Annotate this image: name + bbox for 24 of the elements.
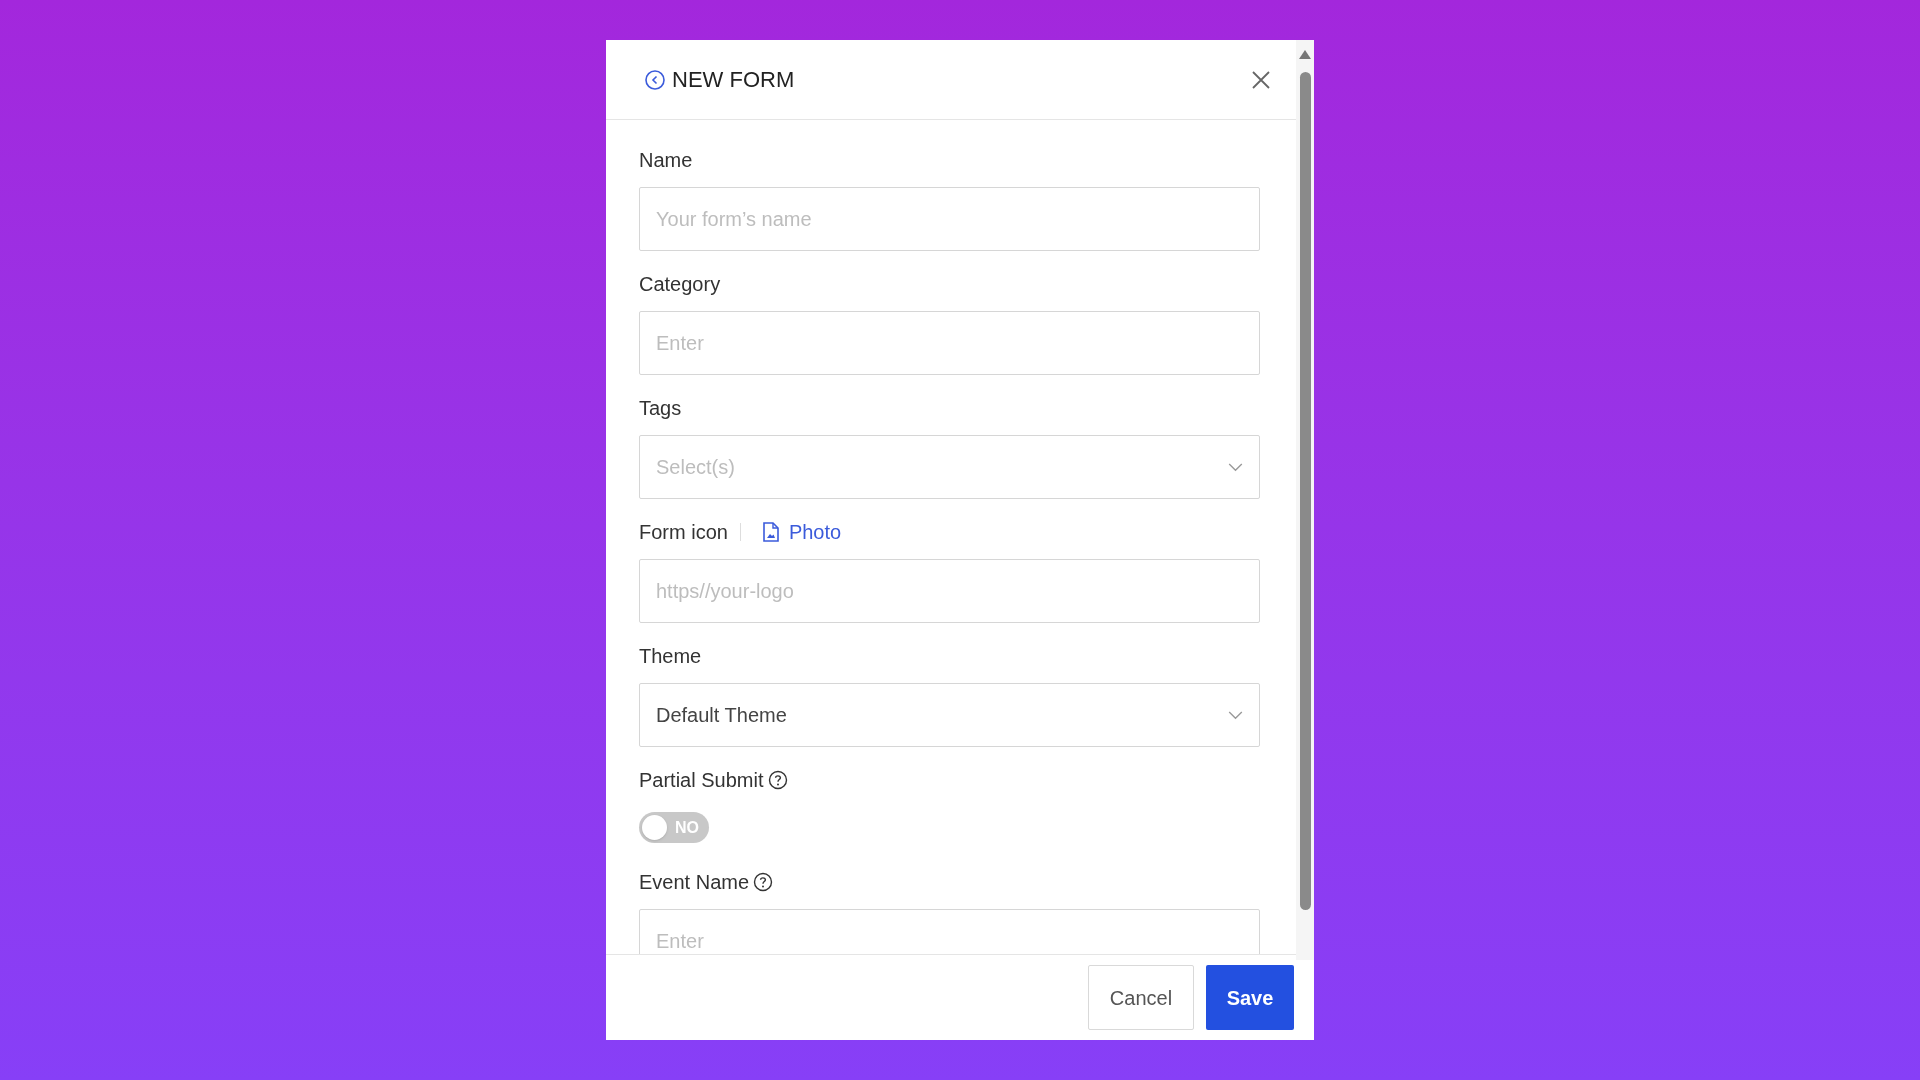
image-file-icon [762, 522, 779, 542]
text-field[interactable]: Your form’s name [639, 187, 1260, 251]
help-icon[interactable] [753, 872, 774, 892]
field-label: Form icon [639, 520, 728, 545]
field-label: Partial Submit [639, 768, 764, 793]
chevron-down-icon [1228, 710, 1243, 720]
photo-link[interactable]: Photo [762, 517, 842, 547]
select-field[interactable]: Default Theme [639, 683, 1260, 747]
field-label: Event Name [639, 870, 750, 895]
text-field[interactable]: https//your-logo [639, 559, 1260, 623]
back-icon[interactable] [644, 68, 666, 91]
help-icon[interactable] [767, 770, 788, 790]
dialog-title: NEW FORM [672, 66, 795, 94]
chevron-down-icon [1228, 462, 1243, 472]
field-label: Tags [639, 396, 682, 421]
field-label: Name [639, 148, 693, 173]
save-button[interactable]: Save [1206, 965, 1294, 1030]
cancel-button[interactable]: Cancel [1088, 965, 1194, 1030]
scroll-up-icon[interactable] [1299, 50, 1311, 59]
field-label: Category [639, 272, 721, 297]
field-label: Theme [639, 644, 702, 669]
scrollbar[interactable] [1296, 40, 1314, 960]
text-field[interactable]: Enter [639, 311, 1260, 375]
close-icon[interactable] [1252, 70, 1270, 89]
